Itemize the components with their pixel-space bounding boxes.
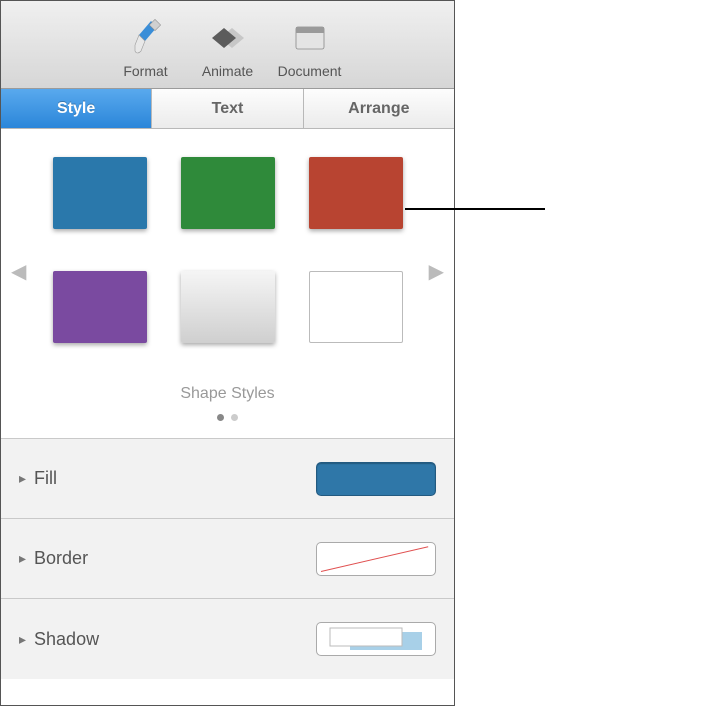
document-button[interactable]: Document: [269, 17, 351, 79]
swatch-row-2: [1, 271, 454, 343]
format-button[interactable]: Format: [105, 17, 187, 79]
swatch-outline[interactable]: [309, 271, 403, 343]
animate-label: Animate: [202, 63, 253, 79]
document-label: Document: [278, 63, 342, 79]
inspector-tabs: Style Text Arrange: [1, 89, 454, 129]
tab-arrange[interactable]: Arrange: [304, 89, 454, 128]
shadow-row[interactable]: ▸ Shadow: [1, 599, 454, 679]
border-disclosure-icon: ▸: [19, 550, 26, 567]
tab-text[interactable]: Text: [152, 89, 303, 128]
main-toolbar: Format Animate Document: [1, 1, 454, 89]
fill-label: Fill: [34, 468, 316, 489]
document-icon: [293, 17, 327, 59]
swatch-green[interactable]: [181, 157, 275, 229]
page-dot-2[interactable]: [231, 414, 238, 421]
brush-icon: [131, 17, 161, 59]
page-dots: [1, 409, 454, 424]
animate-icon: [208, 17, 248, 59]
fill-disclosure-icon: ▸: [19, 470, 26, 487]
swatch-purple[interactable]: [53, 271, 147, 343]
swatch-red[interactable]: [309, 157, 403, 229]
animate-button[interactable]: Animate: [187, 17, 269, 79]
callout-line: [405, 208, 545, 210]
format-label: Format: [123, 63, 167, 79]
next-page-arrow[interactable]: ▶: [429, 259, 444, 284]
swatch-gray[interactable]: [181, 271, 275, 343]
tab-style[interactable]: Style: [1, 89, 152, 128]
swatch-row-1: [1, 157, 454, 229]
shadow-style-well[interactable]: [316, 622, 436, 656]
prev-page-arrow[interactable]: ◀: [11, 259, 26, 284]
shape-styles-area: ◀ ▶ Shape Styles: [1, 129, 454, 439]
shape-styles-caption: Shape Styles: [1, 385, 454, 403]
properties-list: ▸ Fill ▸ Border ▸ Shadow: [1, 439, 454, 679]
border-row[interactable]: ▸ Border: [1, 519, 454, 599]
fill-color-well[interactable]: [316, 462, 436, 496]
fill-row[interactable]: ▸ Fill: [1, 439, 454, 519]
shadow-label: Shadow: [34, 629, 316, 650]
border-label: Border: [34, 548, 316, 569]
page-dot-1[interactable]: [217, 414, 224, 421]
swatch-blue[interactable]: [53, 157, 147, 229]
shadow-disclosure-icon: ▸: [19, 631, 26, 648]
inspector-panel: Format Animate Document Style Text A: [0, 0, 455, 706]
border-style-well[interactable]: [316, 542, 436, 576]
